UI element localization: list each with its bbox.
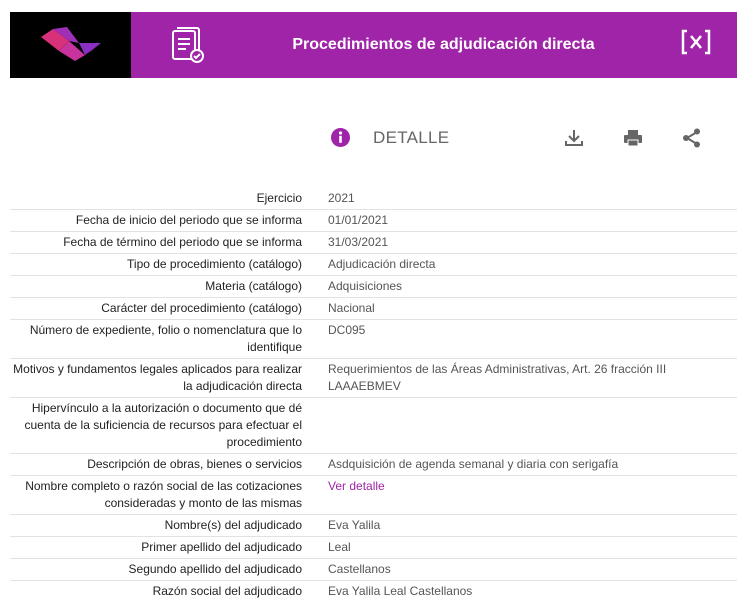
table-row: Segundo apellido del adjudicado Castella…	[10, 559, 737, 581]
page-title: Procedimientos de adjudicación directa	[292, 36, 595, 53]
row-label: Carácter del procedimiento (catálogo)	[101, 301, 302, 315]
brand-logo	[10, 12, 131, 78]
row-value: 2021	[328, 191, 355, 205]
table-row: Primer apellido del adjudicado Leal	[10, 537, 737, 559]
detail-toolbar: DETALLE	[0, 120, 750, 156]
row-value	[328, 400, 737, 451]
row-label: Número de expediente, folio o nomenclatu…	[29, 323, 302, 354]
table-row: Razón social del adjudicado Eva Yalila L…	[10, 581, 737, 602]
print-icon[interactable]	[622, 127, 644, 149]
table-row: Nombre(s) del adjudicado Eva Yalila	[10, 515, 737, 537]
row-label: Tipo de procedimiento (catálogo)	[127, 257, 302, 271]
row-value: 01/01/2021	[328, 213, 389, 227]
row-value: Ver detalle	[328, 478, 737, 512]
row-label: Fecha de término del periodo que se info…	[63, 235, 302, 249]
row-label: Fecha de inicio del periodo que se infor…	[75, 213, 302, 227]
row-value: Requerimientos de las Áreas Administrati…	[328, 362, 667, 393]
row-value: DC095	[328, 323, 366, 337]
row-value: Eva Yalila Leal Castellanos	[328, 584, 473, 598]
row-value: Eva Yalila	[328, 518, 381, 532]
table-row: Descripción de obras, bienes o servicios…	[10, 454, 737, 476]
close-icon[interactable]	[681, 29, 711, 55]
ver-detalle-link[interactable]: Ver detalle	[328, 479, 385, 493]
row-label: Nombre(s) del adjudicado	[164, 518, 302, 532]
share-icon[interactable]	[681, 127, 703, 149]
table-row: Carácter del procedimiento (catálogo) Na…	[10, 298, 737, 320]
row-value: Adjudicación directa	[328, 257, 436, 271]
download-icon[interactable]	[563, 127, 585, 149]
section-label: DETALLE	[373, 128, 450, 147]
table-row: Fecha de inicio del periodo que se infor…	[10, 210, 737, 232]
document-check-icon	[168, 26, 208, 66]
row-value: Castellanos	[328, 562, 391, 576]
row-value: 31/03/2021	[328, 235, 389, 249]
table-row: Tipo de procedimiento (catálogo) Adjudic…	[10, 254, 737, 276]
row-label: Materia (catálogo)	[205, 279, 302, 293]
row-label: Descripción de obras, bienes o servicios	[87, 457, 302, 471]
row-value: Nacional	[328, 301, 375, 315]
table-row: Hipervínculo a la autorización o documen…	[10, 398, 737, 454]
row-label: Hipervínculo a la autorización o documen…	[24, 401, 303, 449]
table-row: Nombre completo o razón social de las co…	[10, 476, 737, 515]
row-label: Razón social del adjudicado	[152, 584, 302, 598]
table-row: Número de expediente, folio o nomenclatu…	[10, 320, 737, 359]
info-icon	[331, 128, 350, 147]
detail-table: Ejercicio 2021 Fecha de inicio del perio…	[10, 188, 737, 602]
header-bar: Procedimientos de adjudicación directa	[10, 12, 737, 78]
row-label: Nombre completo o razón social de las co…	[25, 479, 302, 510]
row-label: Motivos y fundamentos legales aplicados …	[13, 362, 302, 393]
row-value: Leal	[328, 540, 351, 554]
row-label: Segundo apellido del adjudicado	[128, 562, 302, 576]
table-row: Ejercicio 2021	[10, 188, 737, 210]
row-value: Asdquisición de agenda semanal y diaria …	[328, 457, 619, 471]
row-value: Adquisiciones	[328, 279, 403, 293]
row-label: Primer apellido del adjudicado	[141, 540, 302, 554]
table-row: Fecha de término del periodo que se info…	[10, 232, 737, 254]
row-label: Ejercicio	[256, 191, 302, 205]
table-row: Materia (catálogo) Adquisiciones	[10, 276, 737, 298]
table-row: Motivos y fundamentos legales aplicados …	[10, 359, 737, 398]
